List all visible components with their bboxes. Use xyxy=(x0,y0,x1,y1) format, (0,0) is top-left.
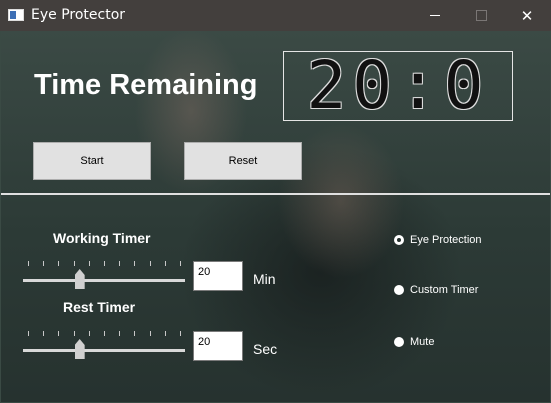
slider-tick xyxy=(164,331,166,336)
slider-tick xyxy=(73,261,75,266)
slider-track xyxy=(23,279,185,282)
slider-tick xyxy=(180,331,181,336)
radio-eye-protection[interactable]: Eye Protection xyxy=(394,234,482,246)
radio-label: Eye Protection xyxy=(410,234,482,246)
close-button[interactable]: ✕ xyxy=(504,0,550,31)
radio-label: Custom Timer xyxy=(410,284,479,296)
app-icon xyxy=(8,9,24,21)
slider-tick xyxy=(73,331,75,336)
start-button[interactable]: Start xyxy=(33,142,151,180)
slider-handle[interactable] xyxy=(74,269,85,289)
radio-indicator xyxy=(394,285,404,295)
slider-tick xyxy=(104,331,105,336)
minimize-button[interactable] xyxy=(412,0,458,31)
slider-tick xyxy=(43,331,45,336)
slider-tick xyxy=(119,331,121,336)
window-title: Eye Protector xyxy=(31,7,126,23)
radio-label: Mute xyxy=(410,336,435,348)
main-panel: Time Remaining 20:0 Start Reset Working … xyxy=(1,31,550,402)
divider xyxy=(1,193,550,195)
rest-timer-label: Rest Timer xyxy=(63,299,136,315)
slider-handle[interactable] xyxy=(74,339,85,359)
timer-display: 20:0 xyxy=(283,51,513,121)
radio-indicator xyxy=(394,235,404,245)
maximize-button[interactable] xyxy=(458,0,504,31)
working-timer-unit: Min xyxy=(253,271,276,287)
slider-tick xyxy=(164,261,166,266)
slider-tick xyxy=(149,261,151,266)
slider-tick xyxy=(28,331,29,336)
slider-tick xyxy=(119,261,121,266)
radio-indicator xyxy=(394,337,404,347)
reset-button[interactable]: Reset xyxy=(184,142,302,180)
radio-custom-timer[interactable]: Custom Timer xyxy=(394,284,478,296)
slider-tick xyxy=(88,331,90,336)
slider-tick xyxy=(58,331,60,336)
slider-ticks xyxy=(23,331,185,337)
slider-tick xyxy=(134,261,136,266)
slider-tick xyxy=(180,261,181,266)
working-timer-label: Working Timer xyxy=(53,230,151,246)
slider-track xyxy=(23,349,185,352)
rest-timer-slider[interactable] xyxy=(23,331,185,361)
radio-mute[interactable]: Mute xyxy=(394,336,434,348)
slider-tick xyxy=(134,331,136,336)
close-icon: ✕ xyxy=(520,6,534,25)
working-timer-slider[interactable] xyxy=(23,261,185,291)
working-timer-input[interactable]: 20 xyxy=(193,261,243,291)
minimize-icon xyxy=(430,15,440,16)
slider-tick xyxy=(58,261,60,266)
slider-ticks xyxy=(23,261,185,267)
slider-tick xyxy=(88,261,90,266)
time-remaining-label: Time Remaining xyxy=(34,69,258,101)
slider-tick xyxy=(28,261,29,266)
title-bar: Eye Protector ✕ xyxy=(0,0,551,31)
rest-timer-unit: Sec xyxy=(253,341,278,357)
slider-tick xyxy=(104,261,105,266)
slider-tick xyxy=(43,261,45,266)
rest-timer-input[interactable]: 20 xyxy=(193,331,243,361)
maximize-icon xyxy=(475,10,487,21)
app-window: Eye Protector ✕ Time Remaining 20:0 Star… xyxy=(0,0,551,403)
slider-tick xyxy=(149,331,151,336)
